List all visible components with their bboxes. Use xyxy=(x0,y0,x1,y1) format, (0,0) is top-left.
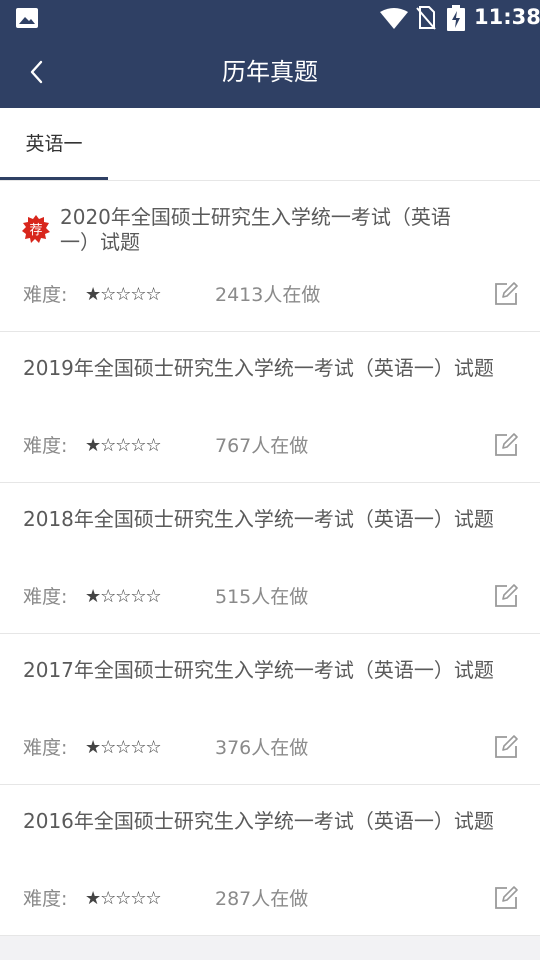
back-button[interactable] xyxy=(14,50,58,94)
image-notification-icon xyxy=(16,8,38,28)
edit-icon[interactable] xyxy=(494,735,518,759)
recommended-badge-icon: 荐 xyxy=(22,215,50,243)
difficulty-label: 难度: xyxy=(23,284,68,306)
navigation-bar: 历年真题 xyxy=(0,36,540,108)
tab-english-one[interactable]: 英语一 xyxy=(0,108,108,180)
tab-bar: 英语一 xyxy=(0,108,540,181)
difficulty-stars: ★☆☆☆☆ xyxy=(85,888,162,909)
difficulty-label: 难度: xyxy=(23,737,68,759)
status-time: 11:38 xyxy=(474,5,540,29)
paper-title: 2016年全国硕士研究生入学统一考试（英语一）试题 xyxy=(23,809,494,833)
participant-count: 2413人在做 xyxy=(215,284,321,306)
edit-icon[interactable] xyxy=(494,886,518,910)
participant-count: 287人在做 xyxy=(215,888,309,910)
participant-count: 515人在做 xyxy=(215,586,309,608)
participant-count: 767人在做 xyxy=(215,435,309,457)
edit-icon[interactable] xyxy=(494,433,518,457)
paper-meta: 难度: ★☆☆☆☆ 376人在做 xyxy=(23,734,503,762)
paper-meta: 难度: ★☆☆☆☆ 287人在做 xyxy=(23,885,503,913)
paper-title: 2019年全国硕士研究生入学统一考试（英语一）试题 xyxy=(23,356,494,380)
list-item[interactable]: 2017年全国硕士研究生入学统一考试（英语一）试题 难度: ★☆☆☆☆ 376人… xyxy=(0,634,540,785)
difficulty-label: 难度: xyxy=(23,586,68,608)
wifi-icon xyxy=(380,8,408,29)
paper-title: 2020年全国硕士研究生入学统一考试（英语一）试题 xyxy=(60,205,451,254)
difficulty-stars: ★☆☆☆☆ xyxy=(85,435,162,456)
difficulty-stars: ★☆☆☆☆ xyxy=(85,586,162,607)
difficulty-stars: ★☆☆☆☆ xyxy=(85,284,162,305)
difficulty-label: 难度: xyxy=(23,435,68,457)
list-item[interactable]: 荐 2020年全国硕士研究生入学统一考试（英语一）试题 难度: ★☆☆☆☆ 24… xyxy=(0,181,540,332)
list-item[interactable]: 2018年全国硕士研究生入学统一考试（英语一）试题 难度: ★☆☆☆☆ 515人… xyxy=(0,483,540,634)
app-header: 11:38 历年真题 xyxy=(0,0,540,108)
tab-label: 英语一 xyxy=(25,133,83,155)
tab-active-indicator xyxy=(0,177,108,180)
list-item[interactable]: 2016年全国硕士研究生入学统一考试（英语一）试题 难度: ★☆☆☆☆ 287人… xyxy=(0,785,540,936)
edit-icon[interactable] xyxy=(494,584,518,608)
list-item[interactable]: 2019年全国硕士研究生入学统一考试（英语一）试题 难度: ★☆☆☆☆ 767人… xyxy=(0,332,540,483)
difficulty-label: 难度: xyxy=(23,888,68,910)
battery-charging-icon xyxy=(447,5,465,31)
paper-list: 荐 2020年全国硕士研究生入学统一考试（英语一）试题 难度: ★☆☆☆☆ 24… xyxy=(0,181,540,936)
paper-meta: 难度: ★☆☆☆☆ 767人在做 xyxy=(23,432,503,460)
status-bar: 11:38 xyxy=(0,0,540,36)
recommended-badge-text: 荐 xyxy=(29,223,42,238)
paper-title: 2017年全国硕士研究生入学统一考试（英语一）试题 xyxy=(23,658,494,682)
chevron-left-icon xyxy=(30,60,43,84)
page-title: 历年真题 xyxy=(222,58,318,86)
paper-meta: 难度: ★☆☆☆☆ 2413人在做 xyxy=(23,281,503,309)
edit-icon[interactable] xyxy=(494,282,518,306)
difficulty-stars: ★☆☆☆☆ xyxy=(85,737,162,758)
paper-title: 2018年全国硕士研究生入学统一考试（英语一）试题 xyxy=(23,507,494,531)
paper-meta: 难度: ★☆☆☆☆ 515人在做 xyxy=(23,583,503,611)
participant-count: 376人在做 xyxy=(215,737,309,759)
no-sim-icon xyxy=(416,6,436,30)
